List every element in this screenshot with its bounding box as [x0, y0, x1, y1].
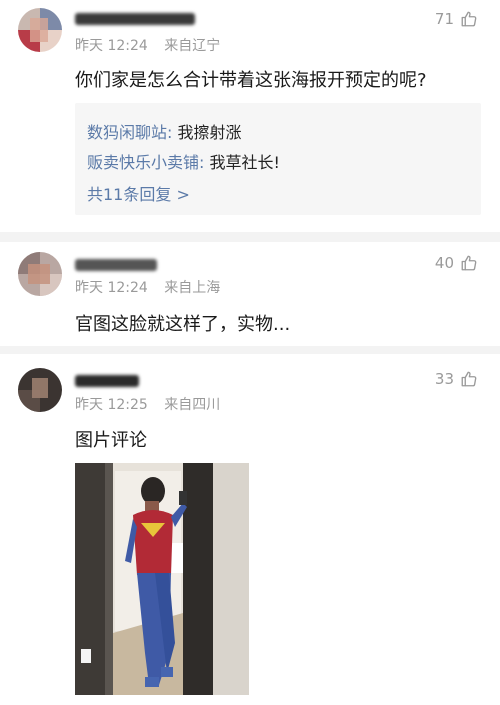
comment-meta: 昨天 12:24 来自辽宁	[75, 35, 232, 55]
comment-photo[interactable]	[75, 463, 249, 695]
comment-time: 昨天 12:24	[75, 280, 148, 296]
comment-location: 来自四川	[164, 397, 221, 413]
comment-time: 昨天 12:25	[75, 397, 148, 413]
username-blurred[interactable]	[75, 372, 139, 387]
reply-1[interactable]: 数犸闲聊站: 我擦射涨	[87, 119, 242, 143]
reply-text: 我擦射涨	[177, 123, 242, 142]
comment-1: 昨天 12:24 来自辽宁 71 你们家是怎么合计带着这张海报开预定的呢? 数犸…	[0, 0, 500, 232]
like-count: 40	[434, 254, 454, 272]
reply-username[interactable]: 贩卖快乐小卖铺	[87, 153, 199, 172]
like-count: 71	[434, 10, 454, 28]
comment-time: 昨天 12:24	[75, 38, 148, 54]
avatar[interactable]	[18, 8, 62, 52]
like-button[interactable]: 33	[435, 370, 478, 388]
username-blurred[interactable]	[75, 256, 157, 271]
comment-2: 昨天 12:24 来自上海 40 官图这脸就这样了，实物...	[0, 242, 500, 346]
reply-text: 我草社长!	[209, 153, 280, 172]
like-button[interactable]: 71	[435, 10, 478, 28]
comment-text: 官图这脸就这样了，实物...	[75, 314, 291, 335]
avatar[interactable]	[18, 368, 62, 412]
avatar[interactable]	[18, 252, 62, 296]
comment-text: 图片评论	[75, 430, 147, 451]
reply-username[interactable]: 数犸闲聊站	[87, 123, 167, 142]
thumbs-up-icon	[461, 371, 477, 387]
comment-location: 来自辽宁	[164, 38, 221, 54]
username-blurred[interactable]	[75, 10, 195, 25]
divider	[0, 346, 500, 354]
like-count: 33	[434, 370, 454, 388]
divider	[0, 232, 500, 242]
like-button[interactable]: 40	[435, 254, 478, 272]
comment-text: 你们家是怎么合计带着这张海报开预定的呢?	[75, 70, 427, 91]
thumbs-up-icon	[461, 11, 477, 27]
view-all-replies-link[interactable]: 共11条回复 >	[87, 181, 190, 205]
comment-meta: 昨天 12:25 来自四川	[75, 394, 232, 414]
reply-box[interactable]: 数犸闲聊站: 我擦射涨 贩卖快乐小卖铺: 我草社长! 共11条回复 >	[75, 103, 481, 215]
thumbs-up-icon	[461, 255, 477, 271]
reply-2[interactable]: 贩卖快乐小卖铺: 我草社长!	[87, 149, 280, 173]
comment-location: 来自上海	[164, 280, 221, 296]
comment-meta: 昨天 12:24 来自上海	[75, 277, 232, 297]
